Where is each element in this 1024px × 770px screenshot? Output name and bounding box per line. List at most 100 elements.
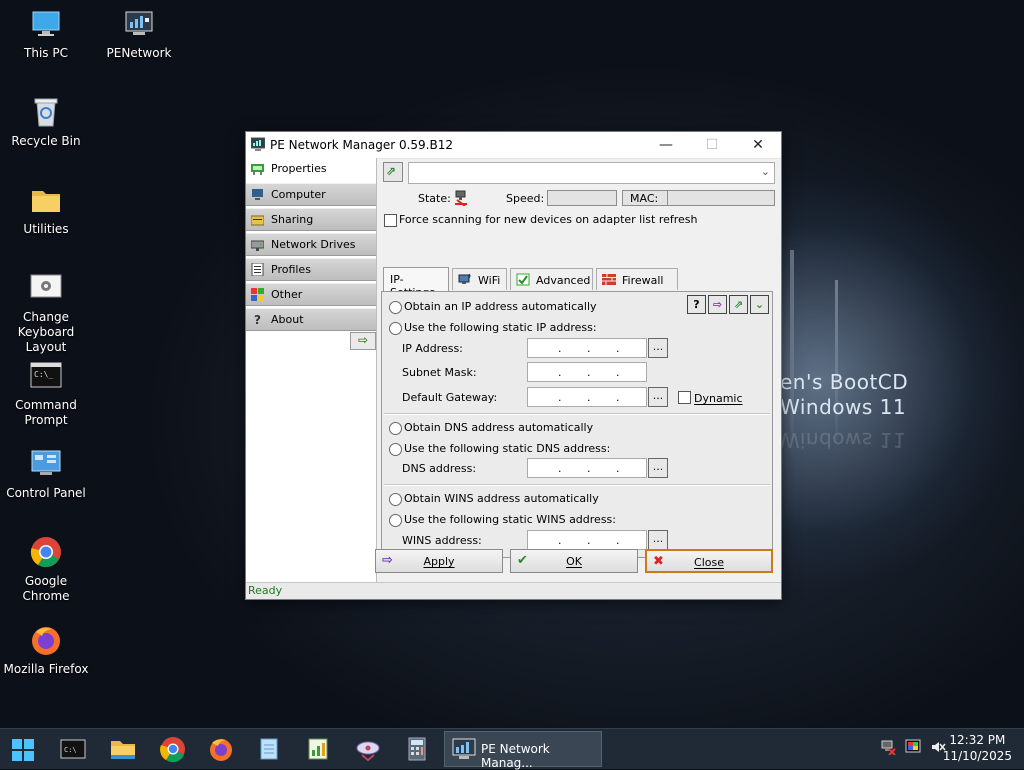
ok-button[interactable]: ✔ OK (510, 549, 638, 573)
dynamic-checkbox[interactable] (678, 391, 691, 404)
desktop-icon-this-pc[interactable]: This PC (0, 8, 92, 61)
terminal-icon: C:\ (60, 739, 86, 759)
ip-address-browse-button[interactable]: ... (648, 338, 668, 358)
sidebar-item-profiles[interactable]: Profiles (246, 258, 376, 281)
ip-dot: . (616, 391, 620, 404)
desktop-icon-utilities[interactable]: Utilities (0, 184, 92, 237)
dns-address-field[interactable]: ... (527, 458, 647, 478)
network-drive-icon (250, 238, 265, 251)
desktop-icon-command-prompt[interactable]: C:\_ Command Prompt (0, 360, 92, 428)
collapse-sidebar-button[interactable]: ⇨ (350, 332, 376, 350)
taskbar: C:\ PE Network Manag... 12:32 PM 11/10/2… (0, 728, 1024, 770)
obtain-ip-auto-label: Obtain an IP address automatically (404, 300, 597, 313)
tab-label: Firewall (622, 274, 664, 287)
sidebar-item-about[interactable]: ? About (246, 308, 376, 331)
speed-label: Speed: (506, 192, 545, 205)
desktop-icon-recycle-bin[interactable]: Recycle Bin (0, 96, 92, 149)
sidebar-item-label: About (271, 313, 304, 326)
network-monitor-icon (452, 738, 476, 759)
ip-dot: . (558, 366, 562, 379)
static-dns-radio[interactable] (389, 443, 402, 456)
desktop-icon-google-chrome[interactable]: Google Chrome (0, 536, 92, 604)
taskbar-notepad[interactable] (255, 735, 285, 763)
taskbar-chrome[interactable] (159, 735, 189, 763)
desktop-icon-label: PENetwork (106, 46, 172, 60)
static-wins-radio[interactable] (389, 514, 402, 527)
desktop-icon-label: Mozilla Firefox (3, 662, 89, 676)
export-button[interactable]: ⇗ (729, 295, 748, 314)
ip-dot: . (558, 534, 562, 547)
display-settings-icon[interactable] (905, 739, 921, 759)
desktop-icon-change-keyboard-layout[interactable]: Change Keyboard Layout (0, 272, 92, 355)
sidebar-item-label: Profiles (271, 263, 311, 276)
speed-field (547, 190, 617, 206)
sidebar-item-label: Network Drives (271, 238, 356, 251)
title-bar[interactable]: PE Network Manager 0.59.B12 — ☐ ✕ (246, 132, 781, 159)
dynamic-label: Dynamic (694, 392, 743, 405)
desktop-icon-label: Command Prompt (15, 398, 77, 427)
start-button[interactable] (9, 735, 39, 763)
default-gateway-field[interactable]: ... (527, 387, 647, 407)
network-disconnected-icon[interactable] (880, 739, 896, 759)
ip-dot: . (616, 462, 620, 475)
forward-button[interactable]: ⇨ (708, 295, 727, 314)
taskbar-window-label: PE Network Manag... (481, 742, 550, 770)
desktop-icon-control-panel[interactable]: Control Panel (0, 448, 92, 501)
wins-address-browse-button[interactable]: ... (648, 530, 668, 550)
ip-address-field[interactable]: ... (527, 338, 647, 358)
taskbar-command-prompt[interactable]: C:\ (59, 735, 89, 763)
adapter-select[interactable]: ⌄ (408, 162, 775, 184)
network-disconnected-icon (453, 190, 469, 207)
clock-time: 12:32 PM (949, 733, 1006, 747)
maximize-button[interactable]: ☐ (689, 132, 735, 158)
obtain-wins-auto-radio[interactable] (389, 493, 402, 506)
sidebar-item-computer[interactable]: Computer (246, 183, 376, 206)
refresh-icon: ⇗ (386, 164, 397, 178)
close-button[interactable]: ✖ Close (645, 549, 773, 573)
ok-button-label: OK (566, 555, 582, 568)
desktop-icon-penetwork[interactable]: PENetwork (93, 8, 185, 61)
static-dns-label: Use the following static DNS address: (404, 442, 611, 455)
tab-firewall[interactable]: Firewall (596, 268, 678, 290)
expand-button[interactable]: ⌄ (750, 295, 769, 314)
taskbar-chart-tool[interactable] (304, 735, 334, 763)
dns-address-browse-button[interactable]: ... (648, 458, 668, 478)
taskbar-pe-network-manager[interactable]: PE Network Manag... (444, 731, 602, 770)
refresh-adapters-button[interactable]: ⇗ (383, 162, 403, 182)
sidebar-item-sharing[interactable]: Sharing (246, 208, 376, 231)
ip-dot: . (616, 534, 620, 547)
taskbar-calculator[interactable] (403, 735, 433, 763)
help-button[interactable]: ? (687, 295, 706, 314)
sidebar-item-other[interactable]: Other (246, 283, 376, 306)
desktop-icon-label: Change Keyboard Layout (17, 310, 75, 354)
control-panel-icon (30, 448, 62, 480)
arrow-right-icon: ⇨ (357, 333, 369, 347)
sidebar-item-network-drives[interactable]: Network Drives (246, 233, 376, 256)
taskbar-disk-tool[interactable] (354, 735, 384, 763)
tab-wifi[interactable]: WiFi (452, 268, 507, 290)
force-scan-checkbox[interactable] (384, 214, 397, 227)
help-icon: ? (251, 313, 264, 327)
tab-advanced[interactable]: Advanced (510, 268, 593, 290)
sidebar-item-properties[interactable]: Properties (246, 158, 376, 181)
profile-list-icon (251, 262, 264, 277)
close-window-button[interactable]: ✕ (735, 132, 781, 158)
minimize-button[interactable]: — (643, 132, 689, 158)
ip-dot: . (616, 366, 620, 379)
obtain-ip-auto-radio[interactable] (389, 301, 402, 314)
system-clock[interactable]: 12:32 PM 11/10/2025 (943, 732, 1012, 764)
subnet-mask-field[interactable]: ... (527, 362, 647, 382)
static-ip-radio[interactable] (389, 322, 402, 335)
double-chevron-down-icon: ⌄ (754, 298, 765, 311)
apply-button[interactable]: ⇨ Apply (375, 549, 503, 573)
window-title: PE Network Manager 0.59.B12 (270, 138, 453, 152)
firefox-icon (210, 739, 232, 761)
obtain-dns-auto-radio[interactable] (389, 422, 402, 435)
tab-ip-settings[interactable]: IP-Settings (383, 267, 449, 299)
taskbar-firefox[interactable] (207, 735, 237, 763)
wifi-adapter-icon (458, 273, 472, 286)
wins-address-field[interactable]: ... (527, 530, 647, 550)
default-gateway-browse-button[interactable]: ... (648, 387, 668, 407)
desktop-icon-mozilla-firefox[interactable]: Mozilla Firefox (0, 624, 92, 677)
taskbar-file-explorer[interactable] (109, 735, 139, 763)
